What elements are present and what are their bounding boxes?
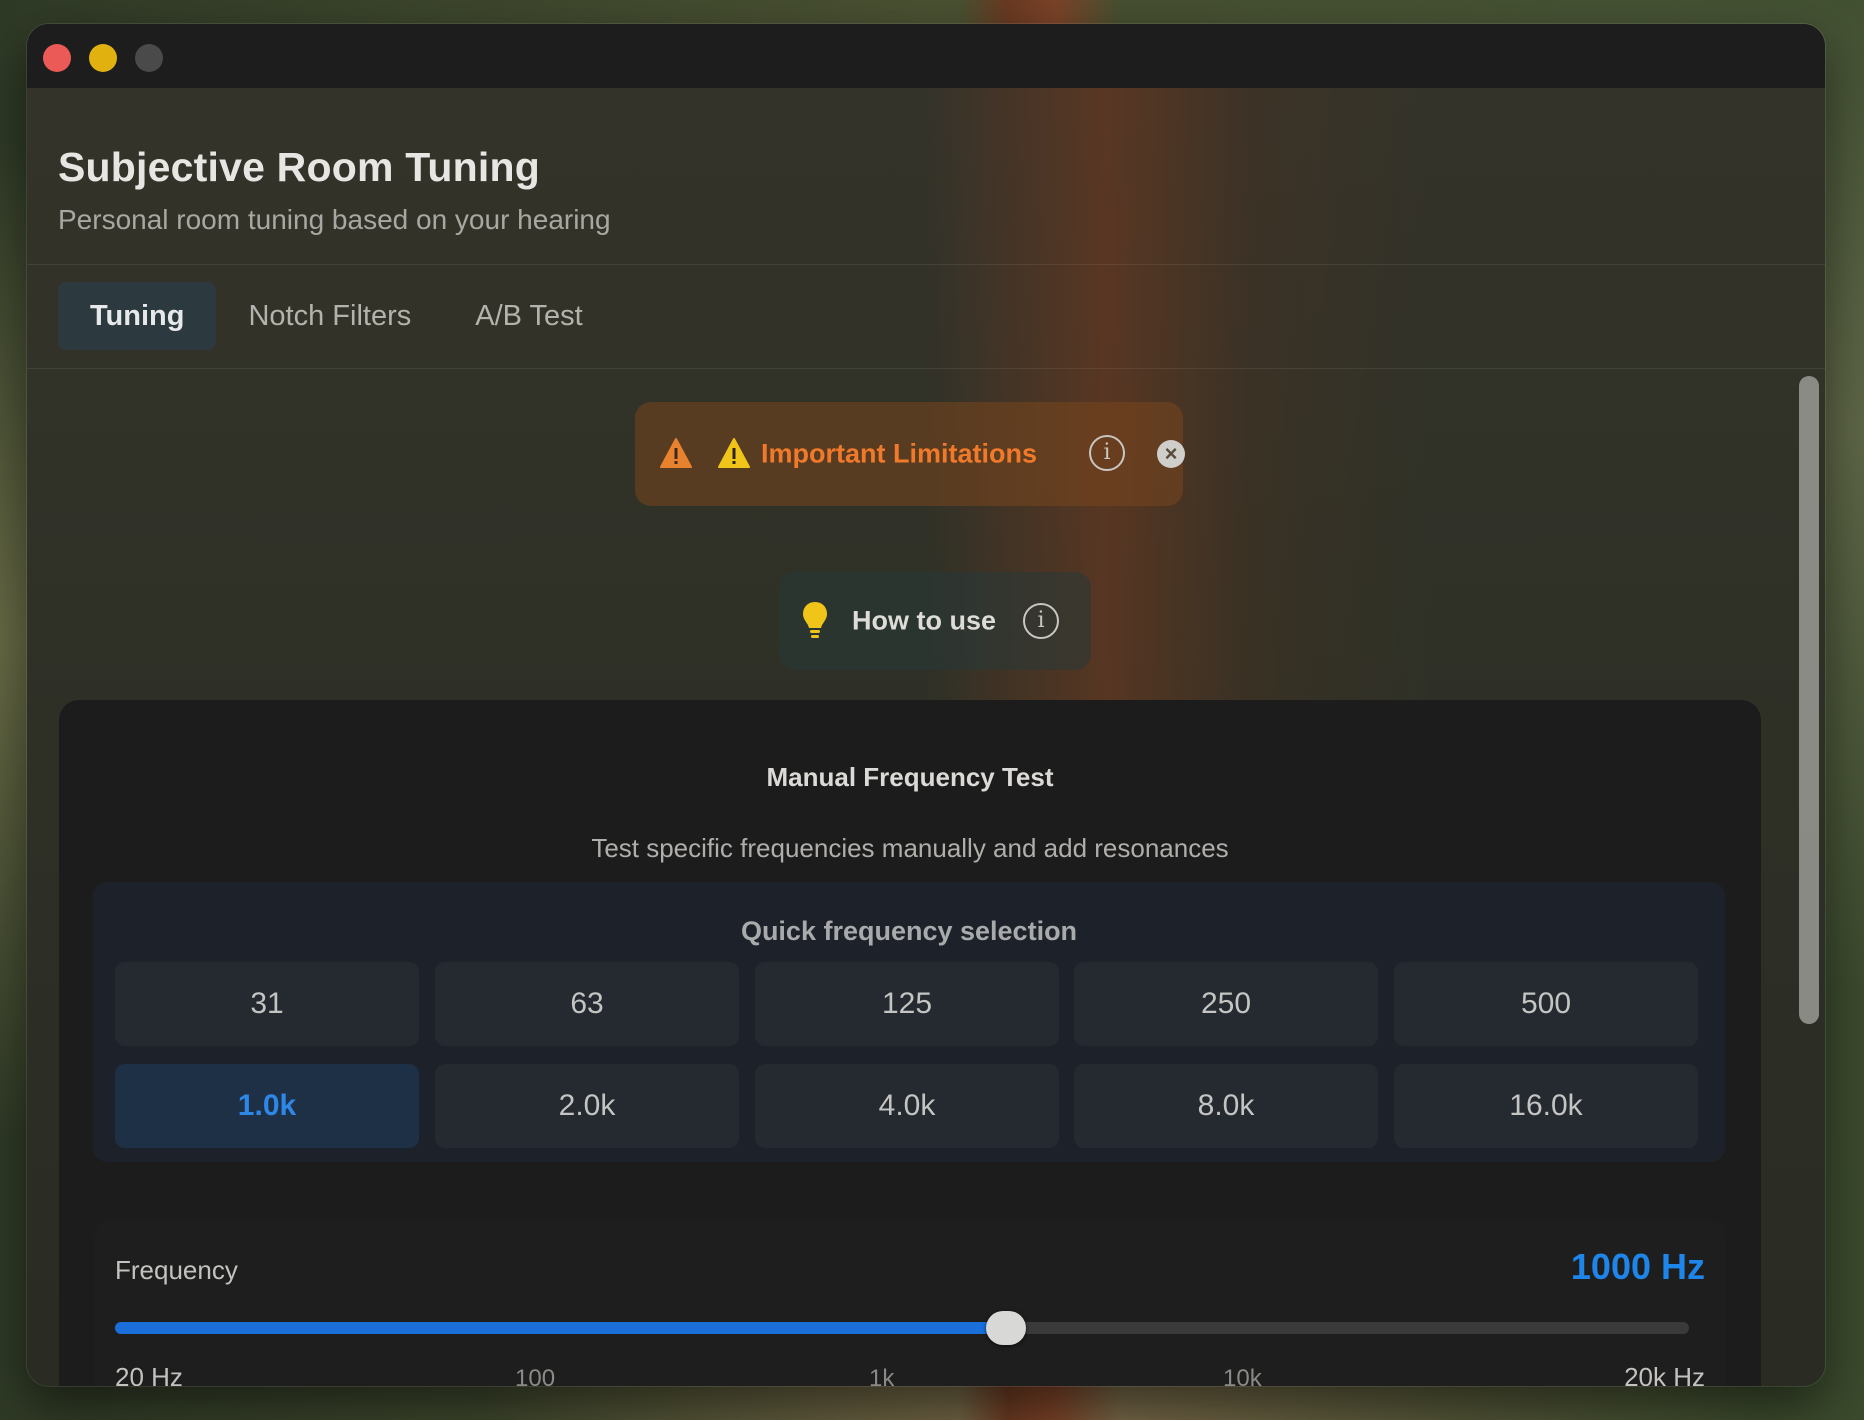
info-icon[interactable]: i [1023, 603, 1059, 639]
slider-fill [115, 1322, 1007, 1334]
warning-triangle-icon [660, 438, 692, 468]
preset-16k-button[interactable]: 16.0k [1394, 1064, 1698, 1148]
slider-tick-100: 100 [515, 1365, 556, 1386]
card-subtitle: Test specific frequencies manually and a… [591, 833, 1229, 863]
manual-frequency-test-card: Manual Frequency Test Test specific freq… [59, 700, 1761, 1386]
page-title: Subjective Room Tuning [58, 144, 540, 190]
warning-triangle-icon [718, 438, 750, 468]
slider-thumb[interactable] [986, 1311, 1027, 1345]
lightbulb-icon [803, 602, 827, 638]
info-icon[interactable]: i [1089, 435, 1125, 471]
important-limitations-banner[interactable]: Important Limitations i × [635, 402, 1185, 506]
page-subtitle: Personal room tuning based on your heari… [58, 204, 611, 235]
important-limitations-label: Important Limitations [761, 438, 1037, 469]
close-icon[interactable]: × [1157, 440, 1185, 468]
frequency-label: Frequency [115, 1255, 238, 1285]
how-to-use-label: How to use [852, 605, 997, 636]
slider-tick-10k: 10k [1223, 1365, 1262, 1386]
preset-4k-button[interactable]: 4.0k [755, 1064, 1059, 1148]
slider-min-label: 20 Hz [115, 1362, 183, 1386]
tab-bar: Tuning Notch Filters A/B Test [58, 282, 615, 350]
frequency-slider[interactable] [115, 1311, 1689, 1345]
card-title: Manual Frequency Test [766, 762, 1054, 792]
frequency-control: Frequency 1000 Hz 20 Hz 100 1k 10k 20k H… [95, 1220, 1725, 1386]
title-bar [27, 24, 1825, 88]
preset-2k-button[interactable]: 2.0k [435, 1064, 739, 1148]
preset-1k-button[interactable]: 1.0k [115, 1064, 419, 1148]
vertical-scrollbar[interactable] [1799, 376, 1819, 1024]
preset-31-button[interactable]: 31 [115, 962, 419, 1046]
minimize-window-button[interactable] [89, 44, 117, 72]
preset-8k-button[interactable]: 8.0k [1074, 1064, 1378, 1148]
tab-tuning[interactable]: Tuning [58, 282, 217, 350]
preset-125-button[interactable]: 125 [755, 962, 1059, 1046]
close-window-button[interactable] [43, 44, 71, 72]
how-to-use-banner[interactable]: How to use i [779, 572, 1091, 670]
quick-frequency-selection: Quick frequency selection 31 63 125 250 … [93, 882, 1725, 1162]
zoom-window-button[interactable] [135, 44, 163, 72]
preset-250-button[interactable]: 250 [1074, 962, 1378, 1046]
preset-63-button[interactable]: 63 [435, 962, 739, 1046]
tab-ab-test[interactable]: A/B Test [443, 282, 614, 350]
tab-notch-filters[interactable]: Notch Filters [216, 282, 443, 350]
slider-max-label: 20k Hz [1624, 1362, 1705, 1386]
slider-tick-1k: 1k [869, 1365, 895, 1386]
frequency-value: 1000 Hz [1570, 1246, 1705, 1287]
header-divider [27, 264, 1825, 265]
quick-selection-title: Quick frequency selection [740, 916, 1078, 946]
app-window: Subjective Room Tuning Personal room tun… [27, 24, 1825, 1386]
tabs-divider [27, 368, 1825, 369]
preset-500-button[interactable]: 500 [1394, 962, 1698, 1046]
